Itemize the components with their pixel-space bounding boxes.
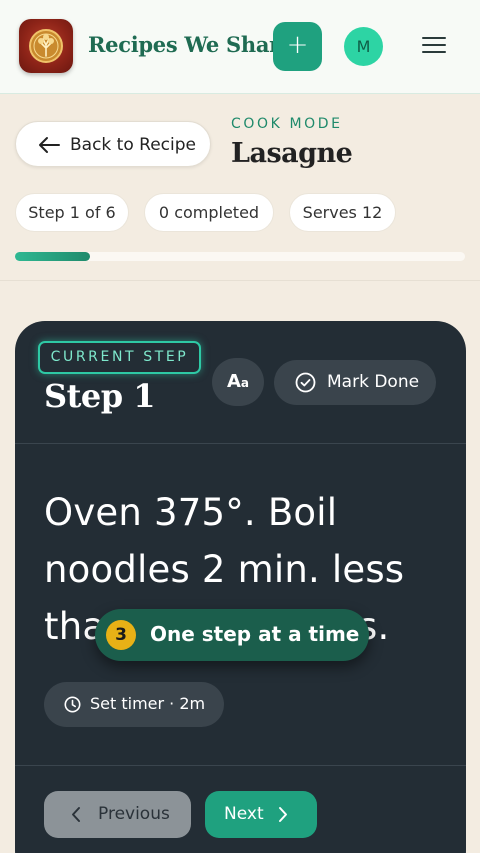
serves-chip: Serves 12 xyxy=(289,193,396,232)
logo-tree-icon xyxy=(29,29,63,63)
arrow-left-icon xyxy=(39,137,60,153)
step-title: Step 1 xyxy=(44,377,156,415)
user-avatar[interactable]: M xyxy=(344,27,383,66)
clock-icon xyxy=(64,696,81,713)
text-size-small-letter: a xyxy=(240,376,250,390)
section-divider xyxy=(0,280,480,281)
step-count-chip: Step 1 of 6 xyxy=(15,193,129,232)
chevron-right-icon xyxy=(279,807,287,822)
hamburger-menu-icon[interactable] xyxy=(422,37,446,57)
set-timer-button[interactable]: Set timer · 2m xyxy=(44,682,224,727)
previous-label: Previous xyxy=(98,804,170,824)
toast-number-badge: 3 xyxy=(106,620,136,650)
progress-bar xyxy=(15,252,465,261)
card-divider-bottom xyxy=(15,765,466,766)
next-label: Next xyxy=(224,804,264,824)
card-divider-top xyxy=(15,443,466,444)
next-step-button[interactable]: Next xyxy=(205,791,317,838)
tip-toast: 3 One step at a time xyxy=(95,609,369,661)
step-card: CURRENT STEP Step 1 Aa Mark Done Oven 37… xyxy=(15,321,466,853)
back-label: Back to Recipe xyxy=(70,135,196,155)
timer-label: Set timer · 2m xyxy=(90,694,206,713)
completed-chip: 0 completed xyxy=(144,193,274,232)
back-to-recipe-button[interactable]: Back to Recipe xyxy=(15,121,211,167)
chevron-left-icon xyxy=(72,807,80,822)
mark-done-label: Mark Done xyxy=(327,372,420,392)
toast-message: One step at a time xyxy=(150,622,360,646)
text-size-button[interactable]: Aa xyxy=(212,358,264,406)
text-size-big-letter: A xyxy=(226,371,241,392)
app-title[interactable]: Recipes We Share xyxy=(88,32,293,57)
progress-fill xyxy=(15,252,90,261)
previous-step-button[interactable]: Previous xyxy=(44,791,191,838)
app-logo[interactable] xyxy=(19,19,73,73)
add-recipe-button[interactable]: + xyxy=(273,22,322,71)
cook-mode-label: COOK MODE xyxy=(231,116,343,132)
mark-done-button[interactable]: Mark Done xyxy=(274,360,436,405)
current-step-badge: CURRENT STEP xyxy=(38,341,201,374)
recipe-title: Lasagne xyxy=(231,138,353,169)
check-circle-icon xyxy=(295,372,316,393)
top-bar: Recipes We Share + M xyxy=(0,0,480,94)
